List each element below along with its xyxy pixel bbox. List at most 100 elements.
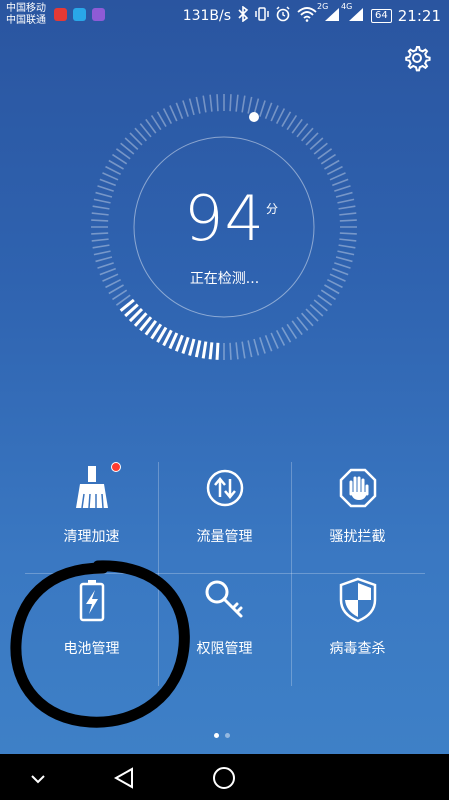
gauge-tick [194, 340, 202, 358]
wifi-icon [297, 6, 317, 26]
gauge-tick [208, 342, 214, 360]
net-label-4g: 4G [341, 2, 353, 11]
page-indicator [214, 733, 230, 738]
gauge-tick [188, 338, 196, 356]
carrier-names: 中国移动 中国联通 [6, 3, 46, 27]
key-icon [203, 576, 247, 624]
gauge-tick [202, 95, 207, 113]
data-traffic-icon [203, 464, 247, 512]
feature-label: 权限管理 [196, 641, 253, 657]
gauge-tick [275, 108, 286, 125]
score-unit: 分 [266, 202, 279, 216]
carrier-2: 中国联通 [6, 15, 46, 26]
net-label-2g: 2G [317, 2, 329, 11]
gauge-tick [286, 115, 298, 131]
gauge-tick [188, 98, 195, 116]
gauge-marker-dot [249, 112, 259, 122]
gauge-tick [247, 340, 253, 358]
gauge-tick [162, 329, 173, 347]
battery-icon [70, 576, 114, 624]
gauge-tick [216, 94, 219, 112]
gauge-tick [182, 100, 189, 117]
gauge-tick [259, 337, 266, 354]
scan-status: 正在检测... [189, 271, 260, 287]
network-speed: 131B/s [182, 8, 232, 24]
bluetooth-icon [237, 5, 249, 26]
feature-harassment-block[interactable]: 骚扰拦截 [291, 462, 424, 574]
app-notification-icon [73, 8, 86, 21]
feature-label: 骚扰拦截 [329, 529, 386, 545]
hand-block-icon [336, 464, 380, 512]
gauge-tick [264, 335, 273, 352]
signal-2g-icon: 2G [317, 2, 341, 26]
feature-permissions[interactable]: 权限管理 [158, 574, 291, 686]
feature-label: 病毒查杀 [329, 641, 386, 657]
gauge-tick [105, 165, 122, 176]
page-dot [225, 733, 230, 738]
gauge-tick [241, 95, 246, 113]
page-dot-active [214, 733, 219, 738]
feature-label: 流量管理 [196, 529, 253, 545]
gauge-tick [264, 102, 273, 119]
gauge-tick [270, 105, 279, 122]
gauge-tick [95, 256, 113, 263]
chevron-down-icon[interactable] [30, 770, 46, 789]
signal-4g-icon: 4G [341, 2, 365, 26]
gauge-tick [168, 332, 179, 350]
status-bar: 中国移动 中国联通 131B/s 2G 4G 64 21:21 [0, 0, 449, 32]
gauge-tick [324, 159, 340, 170]
gauge-tick [259, 100, 266, 117]
netease-music-icon [54, 8, 67, 21]
gauge-tick [162, 108, 173, 125]
carrier-1: 中国移动 [6, 3, 46, 14]
back-triangle-icon[interactable] [112, 766, 136, 794]
gauge-tick [247, 96, 253, 114]
feature-virus-scan[interactable]: 病毒查杀 [291, 574, 424, 686]
notification-icons [54, 8, 105, 21]
gauge-tick [201, 341, 208, 359]
gauge-tick [281, 327, 292, 343]
gauge-tick [329, 172, 346, 181]
broom-icon [70, 464, 114, 512]
gauge-tick [229, 94, 232, 112]
gauge-tick [335, 256, 353, 263]
gauge-tick [320, 289, 336, 301]
gauge-tick [320, 153, 336, 165]
feature-label: 清理加速 [63, 529, 120, 545]
gauge-tick [286, 323, 298, 339]
gauge-tick [112, 153, 128, 165]
gauge-tick [102, 172, 119, 181]
battery-level: 64 [371, 9, 392, 23]
gauge-tick [229, 342, 232, 360]
gauge-tick [270, 332, 279, 349]
gauge-tick [169, 105, 178, 122]
gauge-tick [156, 111, 167, 127]
gauge-tick [174, 334, 184, 352]
gallery-notification-icon [92, 8, 105, 21]
gauge-tick [241, 341, 246, 359]
feature-traffic[interactable]: 流量管理 [158, 462, 291, 574]
gauge-tick [175, 102, 184, 119]
health-score: 94 [184, 182, 265, 255]
gauge-tick [195, 96, 201, 114]
feature-label: 电池管理 [63, 641, 120, 657]
gauge-tick [253, 338, 260, 356]
gauge-tick [108, 159, 124, 170]
gauge-tick [235, 342, 239, 360]
settings-gear-icon[interactable] [403, 44, 431, 72]
gauge-tick [181, 336, 190, 354]
navigation-bar [0, 754, 449, 800]
clock: 21:21 [397, 7, 441, 25]
feature-battery[interactable]: 电池管理 [25, 574, 158, 686]
alarm-icon [275, 6, 291, 26]
gauge-tick [215, 342, 220, 360]
shield-icon [336, 576, 380, 624]
gauge-tick [235, 94, 239, 112]
gauge-tick [209, 94, 213, 112]
gauge-tick [150, 115, 162, 131]
vibrate-icon [255, 6, 269, 26]
feature-cleanup[interactable]: 清理加速 [25, 462, 158, 574]
feature-grid: 清理加速 流量管理 骚扰拦截 电池管理 权限管理 病毒查杀 [25, 462, 425, 686]
home-circle-icon[interactable] [212, 766, 236, 794]
gauge-tick [112, 289, 128, 301]
